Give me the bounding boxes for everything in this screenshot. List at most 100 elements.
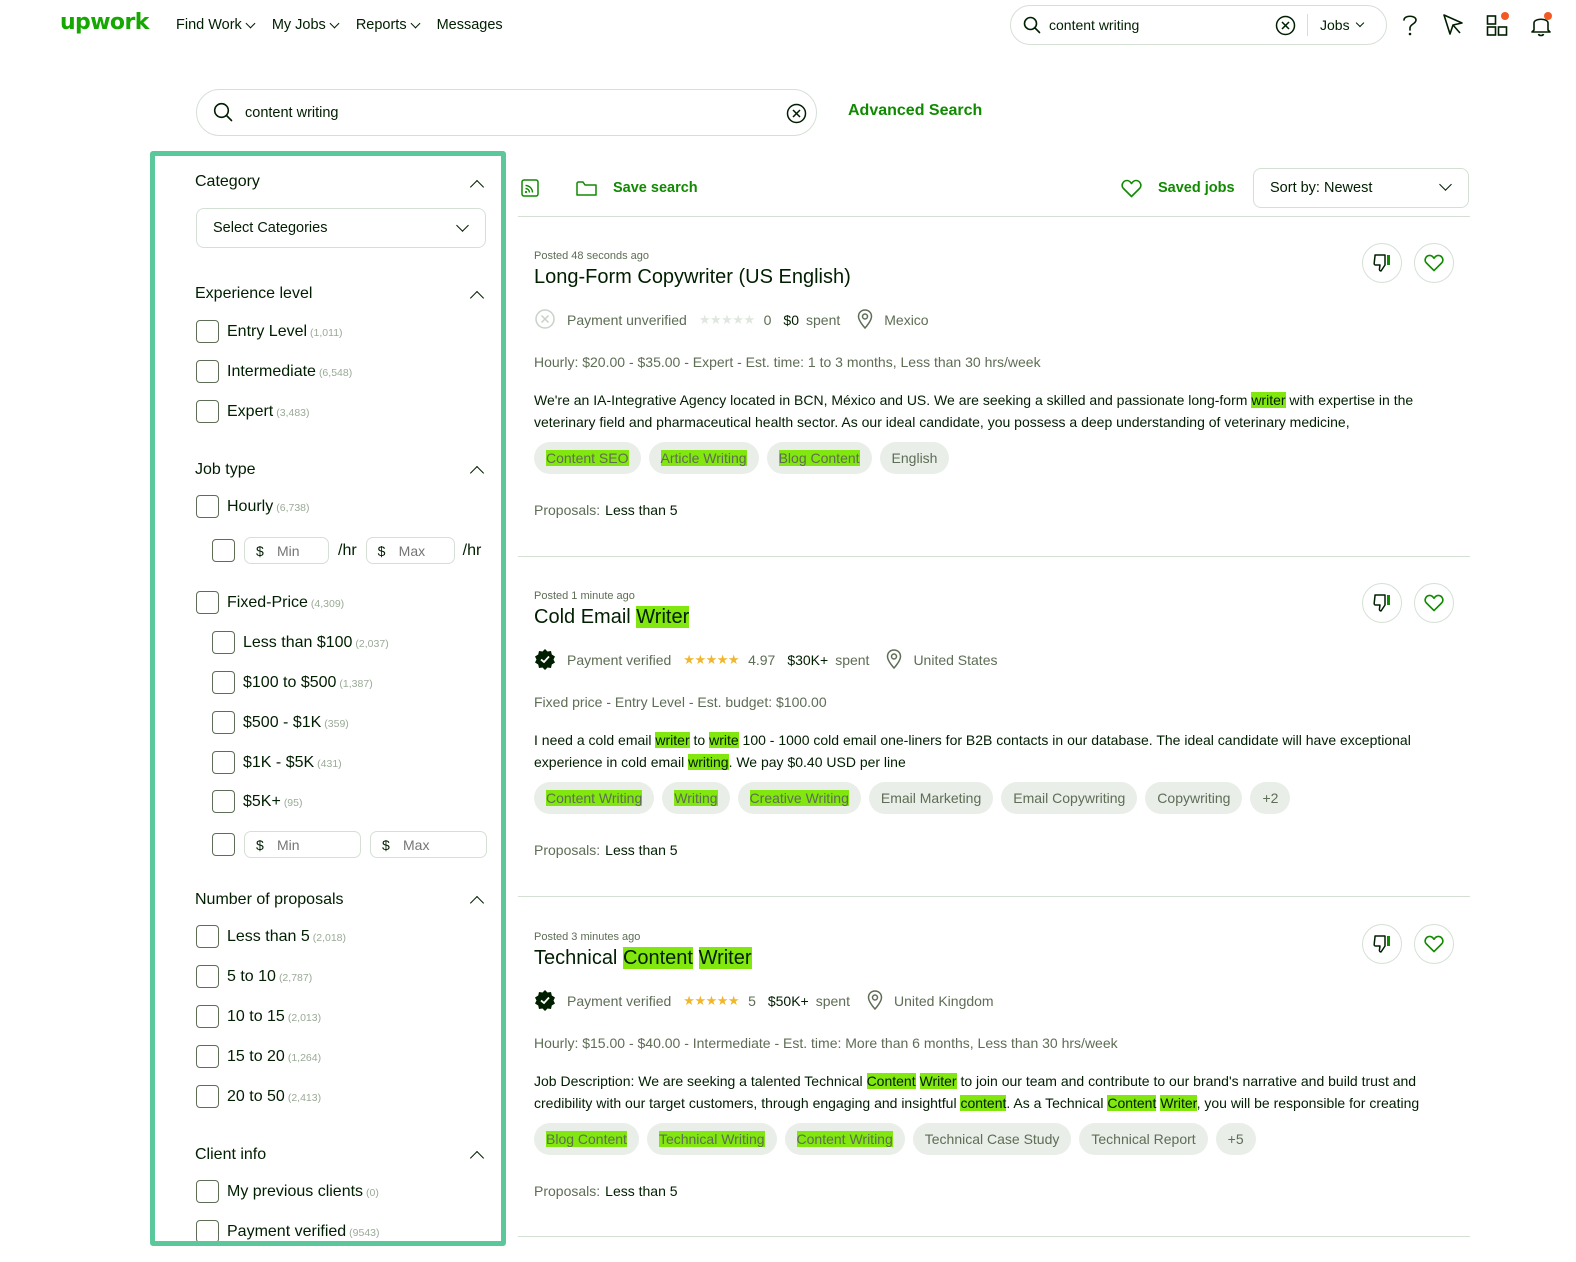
category-select[interactable]: Select Categories: [196, 208, 486, 248]
dislike-button[interactable]: [1362, 583, 1402, 623]
skill-tag[interactable]: Technical Writing: [646, 1123, 777, 1155]
dislike-button[interactable]: [1362, 924, 1402, 964]
save-job-button[interactable]: [1414, 924, 1454, 964]
job-search-input[interactable]: [245, 103, 745, 123]
help-icon[interactable]: [1400, 13, 1420, 37]
fixed-500-1k[interactable]: $500 - $1K (359): [212, 711, 349, 734]
skill-tag[interactable]: +2: [1250, 782, 1291, 814]
client-payment-verified[interactable]: Payment verified (9543): [196, 1220, 380, 1241]
advanced-search-link[interactable]: Advanced Search: [848, 102, 982, 120]
experience-intermediate[interactable]: Intermediate (6,548): [196, 360, 352, 383]
checkbox[interactable]: [212, 539, 235, 562]
results-divider: [518, 896, 1470, 897]
direct-contracts-icon[interactable]: [1442, 13, 1464, 37]
skill-tag[interactable]: Blog Content: [534, 1123, 639, 1155]
checkbox[interactable]: [212, 751, 235, 774]
job-card[interactable]: Posted 3 minutes ago Technical Content Wr…: [534, 924, 1470, 1231]
skill-tag[interactable]: Content SEO: [534, 442, 641, 474]
search-scope-dropdown[interactable]: Jobs: [1320, 17, 1364, 33]
save-job-button[interactable]: [1414, 243, 1454, 283]
nav-reports[interactable]: Reports: [356, 17, 421, 33]
job-title[interactable]: Technical Content Writer: [534, 947, 752, 970]
experience-entry[interactable]: Entry Level (1,011): [196, 320, 343, 343]
skill-tag[interactable]: Writing: [662, 782, 730, 814]
fixed-100-500[interactable]: $100 to $500 (1,387): [212, 671, 373, 694]
checkbox[interactable]: [196, 1220, 219, 1241]
clear-search-icon[interactable]: [1275, 15, 1296, 36]
fixed-min-input[interactable]: [277, 837, 327, 853]
skill-tag[interactable]: Email Marketing: [868, 782, 994, 814]
experience-expert[interactable]: Expert (3,483): [196, 400, 310, 423]
fixed-less-100[interactable]: Less than $100 (2,037): [212, 631, 389, 654]
dislike-button[interactable]: [1362, 243, 1402, 283]
skill-tag[interactable]: Copywriting: [1145, 782, 1243, 814]
checkbox[interactable]: [212, 711, 235, 734]
checkbox[interactable]: [212, 631, 235, 654]
save-search-button[interactable]: Save search: [613, 180, 698, 196]
skill-tag[interactable]: Technical Report: [1079, 1123, 1208, 1155]
checkbox[interactable]: [196, 400, 219, 423]
proposals-less-5[interactable]: Less than 5 (2,018): [196, 925, 346, 948]
skill-tag[interactable]: English: [879, 442, 950, 474]
skill-tag[interactable]: Technical Case Study: [912, 1123, 1072, 1155]
checkbox[interactable]: [196, 1180, 219, 1203]
fixed-min-field[interactable]: $: [244, 831, 361, 858]
rss-feed-icon[interactable]: [521, 179, 539, 197]
save-job-button[interactable]: [1414, 583, 1454, 623]
proposals-count: Proposals: Less than 5: [534, 1183, 678, 1199]
sort-dropdown[interactable]: Sort by: Newest: [1253, 168, 1469, 208]
proposals-10-15[interactable]: 10 to 15 (2,013): [196, 1005, 321, 1028]
top-search-input[interactable]: [1049, 15, 1269, 35]
folder-icon[interactable]: [576, 180, 597, 197]
checkbox[interactable]: [196, 965, 219, 988]
hourly-max-input[interactable]: [398, 543, 449, 559]
collapse-client-info-caret[interactable]: [469, 1150, 485, 1166]
job-card[interactable]: Posted 1 minute ago Cold Email Writer Paym…: [534, 583, 1470, 890]
skill-tag[interactable]: Email Copywriting: [1001, 782, 1138, 814]
checkbox[interactable]: [212, 671, 235, 694]
nav-my-jobs[interactable]: My Jobs: [272, 17, 340, 33]
skill-tag[interactable]: Blog Content: [766, 442, 872, 474]
hourly-min-input[interactable]: [277, 543, 327, 559]
fixed-5k-plus[interactable]: $5K+ (95): [212, 790, 303, 813]
proposals-5-10[interactable]: 5 to 10 (2,787): [196, 965, 312, 988]
job-type-hourly[interactable]: Hourly (6,738): [196, 495, 310, 518]
saved-jobs-link[interactable]: Saved jobs: [1158, 180, 1235, 196]
checkbox[interactable]: [212, 833, 235, 856]
skill-tag[interactable]: +5: [1215, 1123, 1256, 1155]
checkbox[interactable]: [196, 1085, 219, 1108]
collapse-proposals-caret[interactable]: [469, 895, 485, 911]
checkbox[interactable]: [196, 1005, 219, 1028]
checkbox[interactable]: [196, 360, 219, 383]
skill-tag[interactable]: Article Writing: [648, 442, 759, 474]
hourly-max-field[interactable]: $: [365, 537, 455, 564]
checkbox[interactable]: [196, 1045, 219, 1068]
heart-icon[interactable]: [1121, 179, 1142, 198]
nav-messages[interactable]: Messages: [437, 17, 503, 33]
job-type-fixed[interactable]: Fixed-Price (4,309): [196, 591, 344, 614]
clear-search-icon[interactable]: [786, 103, 807, 124]
job-title[interactable]: Cold Email Writer: [534, 606, 690, 629]
skill-tag[interactable]: Content Writing: [534, 782, 655, 814]
collapse-job-type-caret[interactable]: [469, 465, 485, 481]
skill-tag[interactable]: Creative Writing: [737, 782, 861, 814]
fixed-max-field[interactable]: $: [370, 831, 487, 858]
checkbox[interactable]: [196, 591, 219, 614]
collapse-experience-caret[interactable]: [469, 290, 485, 306]
skill-tag[interactable]: Content Writing: [784, 1123, 905, 1155]
fixed-max-input[interactable]: [403, 837, 453, 853]
collapse-category-caret[interactable]: [469, 179, 485, 195]
client-previous[interactable]: My previous clients (0): [196, 1180, 379, 1203]
proposals-20-50[interactable]: 20 to 50 (2,413): [196, 1085, 321, 1108]
proposals-15-20[interactable]: 15 to 20 (1,264): [196, 1045, 321, 1068]
upwork-logo[interactable]: upwork: [60, 10, 149, 35]
checkbox[interactable]: [196, 925, 219, 948]
nav-find-work[interactable]: Find Work: [176, 17, 256, 33]
checkbox[interactable]: [196, 320, 219, 343]
job-title[interactable]: Long-Form Copywriter (US English): [534, 266, 851, 289]
checkbox[interactable]: [212, 790, 235, 813]
fixed-1k-5k[interactable]: $1K - $5K (431): [212, 751, 342, 774]
job-card[interactable]: Posted 48 seconds ago Long-Form Copywrite…: [534, 243, 1470, 550]
checkbox[interactable]: [196, 495, 219, 518]
hourly-min-field[interactable]: $: [244, 537, 329, 564]
